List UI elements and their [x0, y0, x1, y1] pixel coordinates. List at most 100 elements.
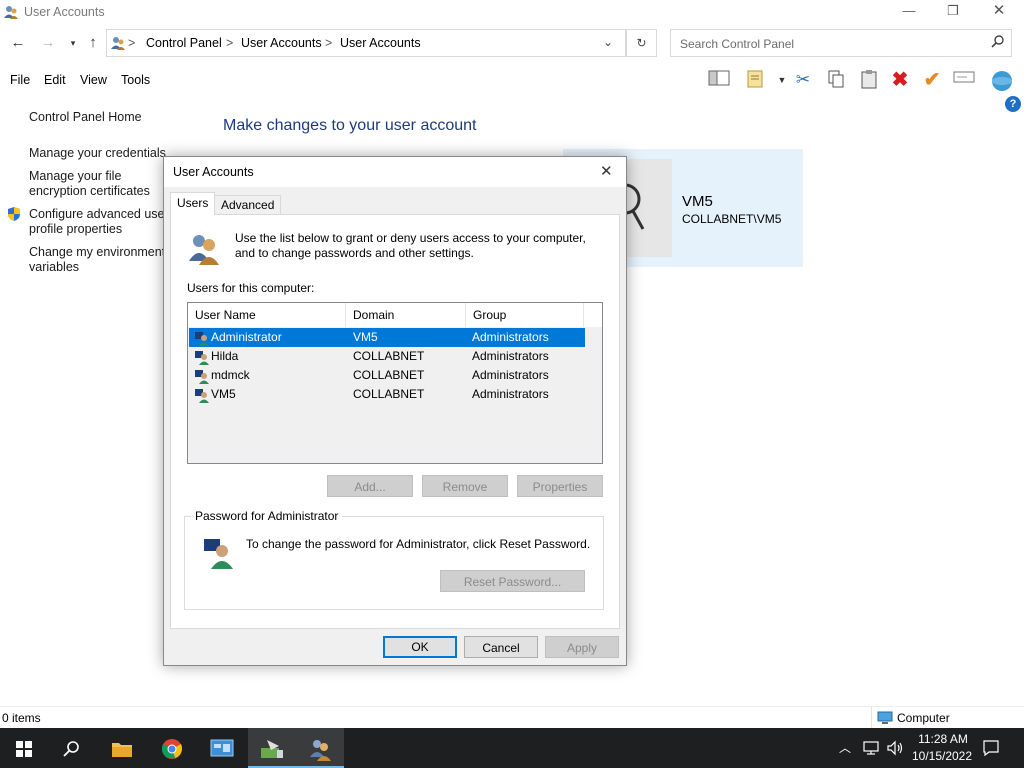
cell-domain: COLLABNET	[353, 349, 425, 363]
properties-note-icon[interactable]	[744, 69, 768, 91]
checkmark-icon[interactable]: ✔	[920, 69, 944, 91]
paste-clipboard-icon[interactable]	[857, 69, 881, 91]
rename-field-icon[interactable]	[952, 69, 976, 91]
properties-button[interactable]: Properties	[517, 475, 603, 497]
tab-users[interactable]: Users	[170, 192, 216, 215]
intro-text: Use the list below to grant or deny user…	[235, 231, 586, 260]
menu-tools[interactable]: Tools	[121, 73, 150, 87]
user-icon	[194, 368, 210, 384]
table-row[interactable]: mdmck COLLABNET Administrators	[189, 366, 585, 385]
nav-change-environment-variables[interactable]: Change my environment variables	[29, 245, 169, 275]
search-input[interactable]: Search Control Panel	[670, 29, 1012, 57]
dialog-titlebar: User Accounts ✕	[164, 157, 626, 187]
menu-bar: File Edit View Tools ▼ ✂ ✖ ✔ ?	[0, 66, 1024, 112]
taskbar: ︿ 11:28 AM 10/15/2022	[0, 728, 1024, 768]
clock-time[interactable]: 11:28 AM	[913, 732, 973, 746]
user-card-name: VM5	[682, 193, 713, 210]
password-group-title: Password for Administrator	[191, 509, 343, 523]
search-placeholder: Search Control Panel	[680, 37, 795, 51]
breadcrumb-user-accounts[interactable]: User Accounts	[241, 36, 322, 50]
address-dropdown-chevron-icon[interactable]: ⌄	[603, 35, 613, 49]
nav-control-panel-home[interactable]: Control Panel Home	[29, 110, 142, 125]
close-button[interactable]: ✕	[976, 0, 1022, 24]
password-group: Password for Administrator To change the…	[184, 509, 604, 610]
nav-configure-user-profile[interactable]: Configure advanced user profile properti…	[29, 207, 169, 237]
help-icon[interactable]: ?	[1005, 96, 1021, 112]
nav-manage-file-encryption[interactable]: Manage your file encryption certificates	[29, 169, 169, 199]
user-accounts-app-icon[interactable]	[296, 728, 344, 768]
minimize-button[interactable]: —	[886, 0, 932, 24]
uac-shield-icon	[6, 206, 22, 222]
tray-overflow-chevron-icon[interactable]: ︿	[839, 739, 851, 756]
cut-scissors-icon[interactable]: ✂	[791, 69, 815, 91]
tab-advanced[interactable]: Advanced	[214, 195, 282, 214]
control-panel-icon	[110, 35, 126, 51]
network-globe-icon[interactable]	[990, 69, 1014, 91]
user-password-icon	[202, 535, 234, 569]
search-icon	[991, 34, 1005, 51]
chrome-browser-icon[interactable]	[148, 728, 196, 768]
dialog-title: User Accounts	[173, 165, 254, 179]
up-arrow-icon[interactable]: ↑	[83, 34, 103, 52]
password-instructions: To change the password for Administrator…	[246, 537, 591, 551]
start-windows-icon[interactable]	[0, 728, 48, 768]
user-icon	[194, 330, 210, 346]
users-list-label: Users for this computer:	[187, 281, 315, 295]
breadcrumb-separator: >	[226, 36, 234, 50]
apply-button[interactable]: Apply	[545, 636, 619, 658]
address-bar[interactable]: > Control Panel > User Accounts > User A…	[106, 29, 626, 57]
breadcrumb-separator: >	[325, 36, 333, 50]
cell-domain: COLLABNET	[353, 387, 425, 401]
cell-domain: COLLABNET	[353, 368, 425, 382]
menu-view[interactable]: View	[80, 73, 107, 87]
cell-user-name: Administrator	[211, 330, 282, 344]
table-row[interactable]: Hilda COLLABNET Administrators	[189, 347, 585, 366]
recent-locations-chevron-icon[interactable]: ▾	[63, 34, 83, 52]
menu-file[interactable]: File	[10, 73, 30, 87]
table-row[interactable]: VM5 COLLABNET Administrators	[189, 385, 585, 404]
column-header-group[interactable]: Group	[466, 303, 584, 327]
cell-group: Administrators	[472, 387, 549, 401]
computer-management-app-icon[interactable]	[248, 728, 296, 768]
user-card-domain: COLLABNET\VM5	[682, 212, 782, 226]
network-icon[interactable]	[862, 739, 880, 757]
computer-icon	[877, 711, 893, 725]
table-row[interactable]: Administrator VM5 Administrators	[189, 328, 585, 347]
forward-arrow-icon[interactable]: →	[38, 34, 58, 52]
volume-speaker-icon[interactable]	[886, 739, 904, 757]
control-panel-app-icon[interactable]	[198, 728, 246, 768]
layout-pane-icon[interactable]	[707, 69, 731, 91]
cell-domain: VM5	[353, 330, 378, 344]
user-icon	[194, 387, 210, 403]
cell-user-name: Hilda	[211, 349, 239, 363]
search-icon[interactable]	[48, 728, 96, 768]
maximize-button[interactable]: ❐	[930, 0, 976, 24]
column-header-user-name[interactable]: User Name	[188, 303, 346, 327]
add-user-button[interactable]: Add...	[327, 475, 413, 497]
ok-button[interactable]: OK	[383, 636, 457, 658]
column-header-domain[interactable]: Domain	[346, 303, 466, 327]
cancel-button[interactable]: Cancel	[464, 636, 538, 658]
dialog-close-button[interactable]: ✕	[600, 162, 613, 180]
users-group-icon	[187, 231, 221, 265]
file-explorer-folder-icon[interactable]	[98, 728, 146, 768]
breadcrumb-user-accounts-current[interactable]: User Accounts	[340, 36, 421, 50]
users-list-view[interactable]: User Name Domain Group Administrator VM5 A…	[187, 302, 603, 464]
cell-user-name: VM5	[211, 387, 236, 401]
refresh-button[interactable]: ↻	[626, 29, 657, 57]
remove-user-button[interactable]: Remove	[422, 475, 508, 497]
clock-date[interactable]: 10/15/2022	[909, 749, 975, 763]
back-arrow-icon[interactable]: ←	[8, 34, 28, 52]
user-accounts-dialog: User Accounts ✕ Users Advanced Use the l…	[163, 156, 627, 666]
cell-group: Administrators	[472, 349, 549, 363]
notifications-icon[interactable]	[982, 739, 1000, 757]
breadcrumb-control-panel[interactable]: Control Panel	[146, 36, 222, 50]
breadcrumb-separator: >	[128, 36, 136, 50]
status-location: Computer	[897, 711, 950, 725]
user-icon	[194, 349, 210, 365]
copy-icon[interactable]	[824, 69, 848, 91]
menu-edit[interactable]: Edit	[44, 73, 66, 87]
nav-manage-credentials[interactable]: Manage your credentials	[29, 146, 166, 161]
reset-password-button[interactable]: Reset Password...	[440, 570, 585, 592]
delete-x-icon[interactable]: ✖	[888, 69, 912, 91]
